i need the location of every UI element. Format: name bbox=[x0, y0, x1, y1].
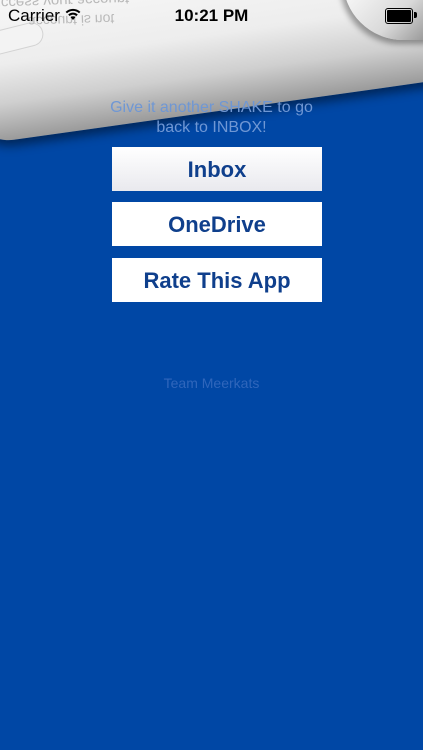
status-bar: Carrier 10:21 PM bbox=[0, 0, 423, 30]
shake-hint-line-1: Give it another SHAKE to go bbox=[110, 99, 313, 116]
shake-hint-line-2: back to INBOX! bbox=[156, 119, 267, 136]
team-credit: Team Meerkats bbox=[163, 375, 260, 391]
onedrive-button[interactable]: OneDrive bbox=[112, 202, 322, 246]
shake-menu-screen: success your account account is not Carr… bbox=[0, 0, 423, 750]
battery-full-icon bbox=[385, 8, 417, 24]
inbox-button[interactable]: Inbox bbox=[112, 147, 322, 191]
shake-hint: Give it another SHAKE to go back to INBO… bbox=[0, 98, 423, 138]
clock: 10:21 PM bbox=[174, 6, 249, 25]
rate-app-button[interactable]: Rate This App bbox=[112, 258, 322, 302]
